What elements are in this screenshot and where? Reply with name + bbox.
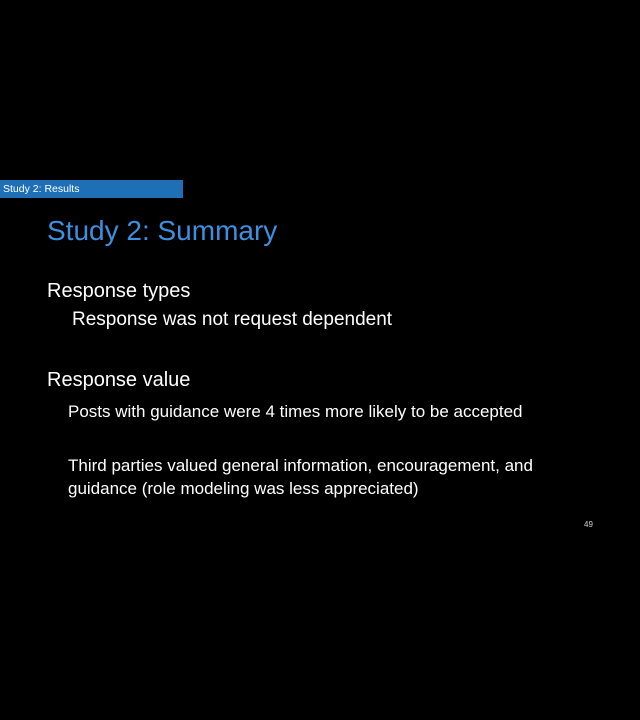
- response-value-point-third-parties: Third parties valued general information…: [68, 456, 533, 498]
- section-heading-response-types: Response types: [47, 280, 191, 302]
- response-value-point-guidance: Posts with guidance were 4 times more li…: [68, 402, 523, 421]
- response-types-point: Response was not request dependent: [72, 309, 393, 330]
- section-heading-response-value: Response value: [47, 369, 191, 391]
- presentation-slide: Study 2: Results Study 2: Summary Respon…: [0, 0, 640, 720]
- slide-number: 49: [584, 520, 593, 529]
- section-tag: Study 2: Results: [0, 180, 183, 198]
- slide-title: Study 2: Summary: [47, 215, 278, 246]
